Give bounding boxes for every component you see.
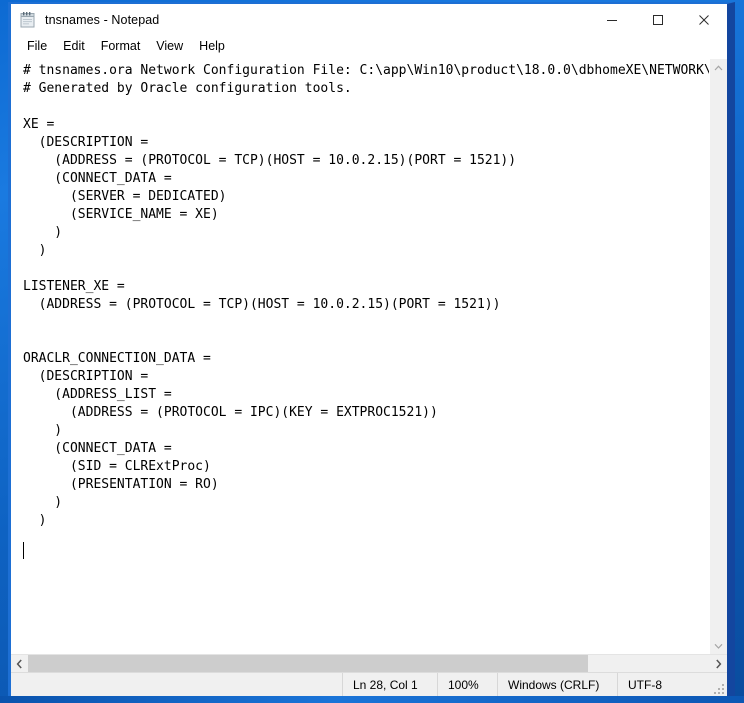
scroll-up-button[interactable] [710,59,727,76]
menu-item-view[interactable]: View [148,37,191,57]
notepad-icon [19,11,37,29]
minimize-button[interactable] [589,4,635,36]
maximize-button[interactable] [635,4,681,36]
status-line-ending: Windows (CRLF) [497,673,617,696]
editor-text: # tnsnames.ora Network Configuration Fil… [23,63,709,528]
desktop-bottom-strip [0,696,744,703]
menu-item-help[interactable]: Help [191,37,233,57]
horizontal-scroll-thumb[interactable] [28,655,588,672]
status-encoding: UTF-8 [617,673,727,696]
text-editor[interactable]: # tnsnames.ora Network Configuration Fil… [11,59,709,654]
chevron-right-icon [716,658,722,669]
scroll-right-button[interactable] [710,655,727,672]
horizontal-scroll-track[interactable] [28,655,710,672]
window-title: tnsnames - Notepad [45,13,160,27]
menu-item-edit[interactable]: Edit [55,37,93,57]
scroll-down-button[interactable] [710,637,727,654]
status-zoom-level[interactable]: 100% [437,673,497,696]
minimize-icon [607,20,617,21]
chevron-down-icon [714,643,723,649]
horizontal-scrollbar[interactable] [11,654,727,672]
chevron-up-icon [714,64,723,70]
chevron-left-icon [16,658,22,669]
window-controls [589,4,727,36]
desktop-background: tnsnames - Notepad File Edit Format View… [0,0,744,703]
close-icon [699,15,709,25]
maximize-icon [653,15,663,25]
status-spacer [11,673,342,696]
title-bar[interactable]: tnsnames - Notepad [11,4,727,36]
vertical-scrollbar[interactable] [709,59,727,654]
menu-item-file[interactable]: File [19,37,55,57]
resize-grip-icon[interactable] [712,682,724,694]
close-button[interactable] [681,4,727,36]
editor-region: # tnsnames.ora Network Configuration Fil… [11,58,727,654]
notepad-window: tnsnames - Notepad File Edit Format View… [8,2,735,696]
status-bar: Ln 28, Col 1 100% Windows (CRLF) UTF-8 [11,672,727,696]
scroll-left-button[interactable] [11,655,28,672]
menu-item-format[interactable]: Format [93,37,149,57]
text-caret [23,542,24,559]
menu-bar: File Edit Format View Help [11,36,727,58]
status-cursor-position: Ln 28, Col 1 [342,673,437,696]
